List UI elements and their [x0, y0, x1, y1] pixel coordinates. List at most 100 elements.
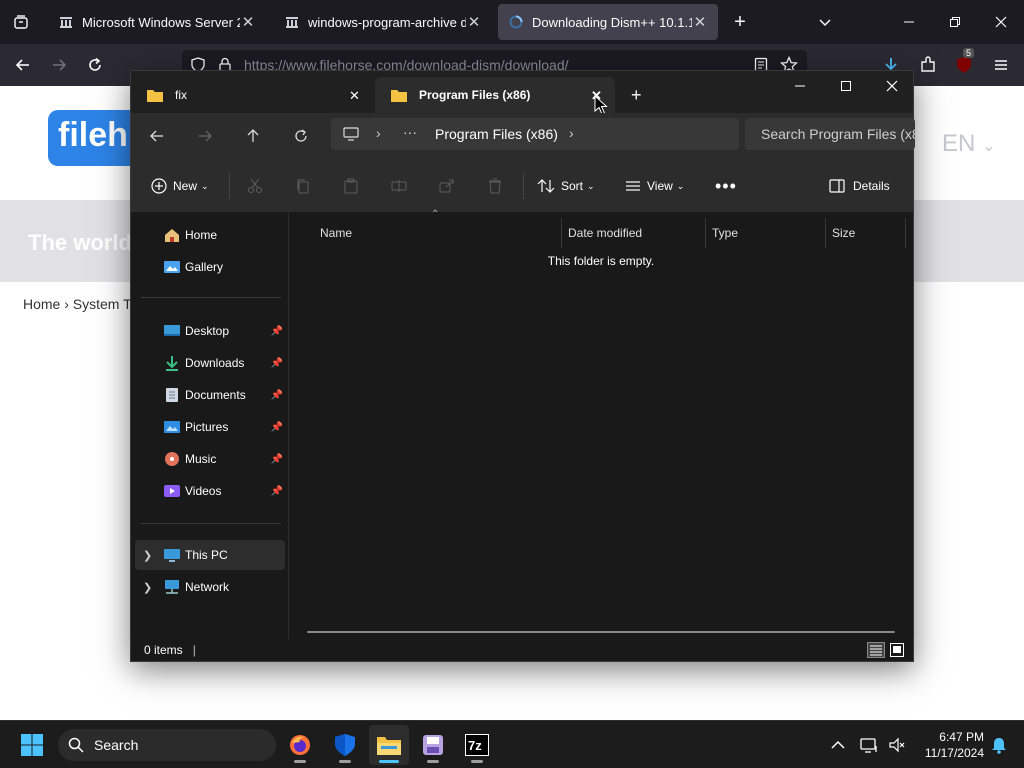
menu-hamburger-icon[interactable] [988, 52, 1014, 78]
clock[interactable]: 6:47 PM 11/17/2024 [916, 729, 984, 761]
nav-item-home[interactable]: Home [135, 220, 285, 250]
close-tab-icon[interactable]: ✕ [240, 13, 256, 31]
save-disk-icon [423, 735, 443, 755]
close-browser-icon[interactable] [988, 9, 1014, 35]
pin-icon: 📌 [270, 389, 283, 401]
sort-button[interactable]: Sort ⌄ [537, 173, 595, 199]
copy-icon[interactable] [295, 173, 311, 199]
volume-muted-icon[interactable] [882, 725, 912, 765]
notifications-bell-icon[interactable] [984, 725, 1014, 765]
browser-tab-active[interactable]: Downloading Dism++ 10.1.100. ✕ [498, 4, 718, 40]
new-tab-icon[interactable]: + [727, 9, 753, 35]
tab-overview-icon[interactable] [8, 9, 34, 35]
breadcrumb[interactable]: Home › System T [23, 296, 132, 312]
delete-icon[interactable] [487, 173, 503, 199]
new-button[interactable]: New ⌄ [151, 173, 209, 199]
chevron-right-icon[interactable]: › [376, 125, 381, 141]
taskbar-defender[interactable] [325, 725, 365, 765]
paste-icon[interactable] [343, 173, 359, 199]
taskbar-file-explorer[interactable] [369, 725, 409, 765]
back-icon[interactable] [10, 52, 36, 78]
network-icon [165, 580, 179, 594]
nav-item-desktop[interactable]: Desktop 📌 [135, 316, 285, 346]
nav-label: Network [185, 580, 230, 594]
horizontal-scrollbar[interactable] [307, 631, 895, 633]
nav-item-this-pc[interactable]: ❯ This PC [135, 540, 285, 570]
svg-text:7z: 7z [468, 738, 482, 753]
browser-tab-title: windows-program-archive dire [308, 14, 466, 30]
view-button[interactable]: View ⌄ [625, 173, 684, 199]
taskbar-7zip[interactable]: 7z [457, 725, 497, 765]
taskbar-app-floppy[interactable] [413, 725, 453, 765]
column-header-name[interactable]: Name [314, 218, 562, 248]
maximize-window-icon[interactable] [823, 71, 869, 101]
close-tab-icon[interactable]: ✕ [692, 13, 708, 31]
nav-item-gallery[interactable]: Gallery [135, 252, 285, 282]
list-tabs-chevron-icon[interactable] [812, 9, 838, 35]
explorer-tab-fix[interactable]: fix ✕ [131, 77, 371, 113]
nav-item-documents[interactable]: Documents 📌 [135, 380, 285, 410]
up-icon[interactable] [240, 123, 266, 149]
nav-label: Home [185, 228, 218, 242]
more-options-icon[interactable]: ••• [715, 173, 737, 199]
forward-icon[interactable] [192, 123, 218, 149]
taskbar-firefox[interactable] [280, 725, 320, 765]
refresh-icon[interactable] [288, 123, 314, 149]
address-current-folder[interactable]: Program Files (x86) [435, 126, 558, 142]
reload-icon[interactable] [82, 52, 108, 78]
chevron-right-icon[interactable]: › [569, 125, 574, 141]
monitor-icon[interactable] [343, 127, 359, 141]
close-tab-icon[interactable]: ✕ [349, 88, 360, 104]
nav-item-music[interactable]: Music 📌 [135, 444, 285, 474]
new-tab-icon[interactable]: + [631, 85, 642, 106]
status-bar: 0 items | [131, 639, 913, 661]
nav-label: Documents [185, 388, 246, 402]
language-selector[interactable]: EN ⌄ [942, 130, 995, 158]
taskbar-search-box[interactable]: Search [58, 729, 276, 761]
column-header-type[interactable]: Type [706, 218, 826, 248]
folder-icon [147, 89, 163, 102]
address-ellipsis[interactable]: ··· [403, 124, 417, 140]
home-icon [165, 229, 179, 242]
nav-item-network[interactable]: ❯ Network [135, 572, 285, 602]
browser-tab[interactable]: Microsoft Windows Server 2012 ✕ [48, 4, 266, 40]
share-icon[interactable] [439, 173, 455, 199]
column-header-size[interactable]: Size [826, 218, 906, 248]
details-view-icon[interactable] [867, 642, 885, 658]
nav-item-videos[interactable]: Videos 📌 [135, 476, 285, 506]
restore-browser-icon[interactable] [942, 9, 968, 35]
details-button[interactable]: Details [829, 173, 890, 199]
forward-icon[interactable] [46, 52, 72, 78]
close-window-icon[interactable] [869, 71, 915, 101]
address-box[interactable]: › ··· Program Files (x86) › [331, 118, 739, 150]
tiles-view-icon[interactable] [889, 642, 905, 658]
minimize-window-icon[interactable] [777, 71, 823, 101]
close-tab-icon[interactable]: ✕ [466, 13, 482, 31]
nav-item-pictures[interactable]: Pictures 📌 [135, 412, 285, 442]
back-icon[interactable] [144, 123, 170, 149]
explorer-tab-program-files[interactable]: Program Files (x86) ✕ [375, 77, 615, 113]
sort-icon [537, 179, 555, 193]
chevron-right-icon[interactable]: ❯ [143, 581, 152, 594]
extensions-icon[interactable] [915, 52, 941, 78]
chevron-right-icon[interactable]: ❯ [143, 549, 152, 562]
taskbar-search-label: Search [94, 737, 139, 753]
nav-item-downloads[interactable]: Downloads 📌 [135, 348, 285, 378]
network-status-icon[interactable] [854, 725, 884, 765]
language-label: EN [942, 130, 976, 157]
minimize-browser-icon[interactable] [896, 9, 922, 35]
browser-tab[interactable]: windows-program-archive dire ✕ [274, 4, 492, 40]
rename-icon[interactable] [391, 173, 407, 199]
clock-date: 11/17/2024 [924, 746, 984, 760]
gallery-icon [164, 261, 180, 273]
show-hidden-icons-chevron-icon[interactable] [818, 725, 858, 765]
start-button[interactable] [12, 725, 52, 765]
archive-icon [58, 14, 74, 30]
ublock-icon[interactable]: 5 [951, 48, 977, 78]
column-header-date-modified[interactable]: Date modified [562, 218, 706, 248]
cut-icon[interactable] [247, 173, 263, 199]
sort-button-label: Sort [561, 179, 584, 193]
nav-divider [141, 297, 281, 298]
browser-tab-bar: Microsoft Windows Server 2012 ✕ windows-… [0, 0, 1024, 44]
search-input[interactable]: Search Program Files (x86) [745, 118, 915, 150]
